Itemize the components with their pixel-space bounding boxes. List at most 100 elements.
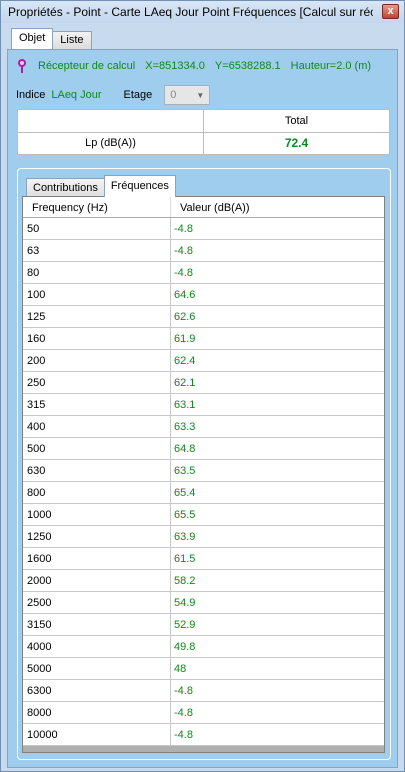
value-cell: 61.9 [174,333,196,345]
frequency-cell: 2500 [23,592,171,613]
table-row[interactable]: 160 61.9 [23,328,384,350]
frequency-cell: 100 [23,284,171,305]
frequency-grid[interactable]: Frequency (Hz) Valeur (dB(A)) 50 -4.8 63 -4… [22,196,385,753]
table-row[interactable]: 400 63.3 [23,416,384,438]
value-cell: -4.8 [174,267,193,279]
value-cell: -4.8 [174,707,193,719]
value-cell: 48 [174,663,187,675]
value-cell: 54.9 [174,597,196,609]
value-cell: 63.9 [174,531,196,543]
table-row[interactable]: 1250 63.9 [23,526,384,548]
frequency-cell: 250 [23,372,171,393]
value-cell: 63.1 [174,399,196,411]
frequency-cell: 2000 [23,570,171,591]
etage-select-value: 0 [170,89,177,101]
value-cell: -4.8 [174,685,193,697]
value-cell: 62.1 [174,377,196,389]
etage-select[interactable]: 0 ▼ [164,85,211,105]
value-cell: 65.5 [174,509,196,521]
table-row[interactable]: 125 62.6 [23,306,384,328]
chevron-down-icon: ▼ [196,90,205,100]
table-row[interactable]: 10000 -4.8 [23,724,384,746]
value-cell: -4.8 [174,245,193,257]
table-row[interactable]: 1600 61.5 [23,548,384,570]
table-row[interactable]: 800 65.4 [23,482,384,504]
etage-label: Etage [123,89,153,101]
indice-value: LAeq Jour [51,89,102,101]
table-row[interactable]: 500 64.8 [23,438,384,460]
inner-tab-strip: Contributions Fréquences [26,175,176,197]
table-row[interactable]: 250 62.1 [23,372,384,394]
table-row[interactable]: 50 -4.8 [23,218,384,240]
tab-objet[interactable]: Objet [11,28,54,49]
value-cell: -4.8 [174,729,193,741]
receiver-pin-icon [16,59,28,73]
frequency-cell: 8000 [23,702,171,723]
total-table-corner [17,109,204,133]
value-cell: 58.2 [174,575,196,587]
frequency-cell: 63 [23,240,171,261]
total-table: Total Lp (dB(A)) 72.4 [17,109,390,155]
value-cell: 62.6 [174,311,196,323]
table-row[interactable]: 63 -4.8 [23,240,384,262]
table-row[interactable]: 630 63.5 [23,460,384,482]
close-button[interactable]: x [382,4,399,19]
total-header: Total [203,109,390,133]
outer-tab-strip: Objet Liste [11,28,92,49]
table-row[interactable]: 100 64.6 [23,284,384,306]
column-header-frequency[interactable]: Frequency (Hz) [23,197,171,217]
value-cell: 65.4 [174,487,196,499]
indice-row: Indice LAeq Jour Etage 0 ▼ [16,85,211,105]
table-row[interactable]: 1000 65.5 [23,504,384,526]
value-cell: 64.6 [174,289,196,301]
receiver-info: Récepteur de calcul X=851334.0 Y=6538288… [16,58,381,74]
frequency-cell: 10000 [23,724,171,745]
tab-liste[interactable]: Liste [52,31,92,49]
indice-label: Indice [16,89,46,101]
receiver-name: Récepteur de calcul [38,60,136,72]
table-row[interactable]: 200 62.4 [23,350,384,372]
frequency-cell: 5000 [23,658,171,679]
column-header-value[interactable]: Valeur (dB(A)) [171,197,384,217]
value-cell: 49.8 [174,641,196,653]
title-bar[interactable]: Propriétés - Point - Carte LAeq Jour Poi… [1,1,404,23]
frequency-cell: 400 [23,416,171,437]
value-cell: 64.8 [174,443,196,455]
frequency-cell: 315 [23,394,171,415]
grid-body: 50 -4.8 63 -4.8 80 -4.8 100 64.6 125 62.6 160 61.9 2… [23,218,384,746]
value-cell: 63.5 [174,465,196,477]
receiver-y: Y=6538288.1 [214,60,281,72]
results-group: Contributions Fréquences Frequency (Hz) … [17,168,391,760]
frequency-cell: 3150 [23,614,171,635]
table-row[interactable]: 3150 52.9 [23,614,384,636]
grid-header: Frequency (Hz) Valeur (dB(A)) [23,197,384,218]
frequency-cell: 80 [23,262,171,283]
frequency-cell: 1600 [23,548,171,569]
table-row[interactable]: 315 63.1 [23,394,384,416]
frequency-cell: 800 [23,482,171,503]
table-row[interactable]: 4000 49.8 [23,636,384,658]
value-cell: -4.8 [174,223,193,235]
window-title: Propriétés - Point - Carte LAeq Jour Poi… [8,5,373,19]
frequency-cell: 6300 [23,680,171,701]
lp-label: Lp (dB(A)) [17,131,204,155]
tab-frequences[interactable]: Fréquences [103,175,176,197]
objet-panel: Récepteur de calcul X=851334.0 Y=6538288… [7,49,398,768]
tab-contributions[interactable]: Contributions [26,178,105,197]
table-row[interactable]: 5000 48 [23,658,384,680]
table-row[interactable]: 2000 58.2 [23,570,384,592]
value-cell: 61.5 [174,553,196,565]
table-row[interactable]: 8000 -4.8 [23,702,384,724]
receiver-x: X=851334.0 [145,60,205,72]
properties-window: Propriétés - Point - Carte LAeq Jour Poi… [0,0,405,772]
frequency-cell: 125 [23,306,171,327]
value-cell: 62.4 [174,355,196,367]
frequency-cell: 630 [23,460,171,481]
table-row[interactable]: 2500 54.9 [23,592,384,614]
frequency-cell: 4000 [23,636,171,657]
receiver-height: Hauteur=2.0 (m) [290,60,372,72]
table-row[interactable]: 80 -4.8 [23,262,384,284]
grid-scrollbar[interactable] [23,746,384,752]
frequency-cell: 50 [23,218,171,239]
table-row[interactable]: 6300 -4.8 [23,680,384,702]
